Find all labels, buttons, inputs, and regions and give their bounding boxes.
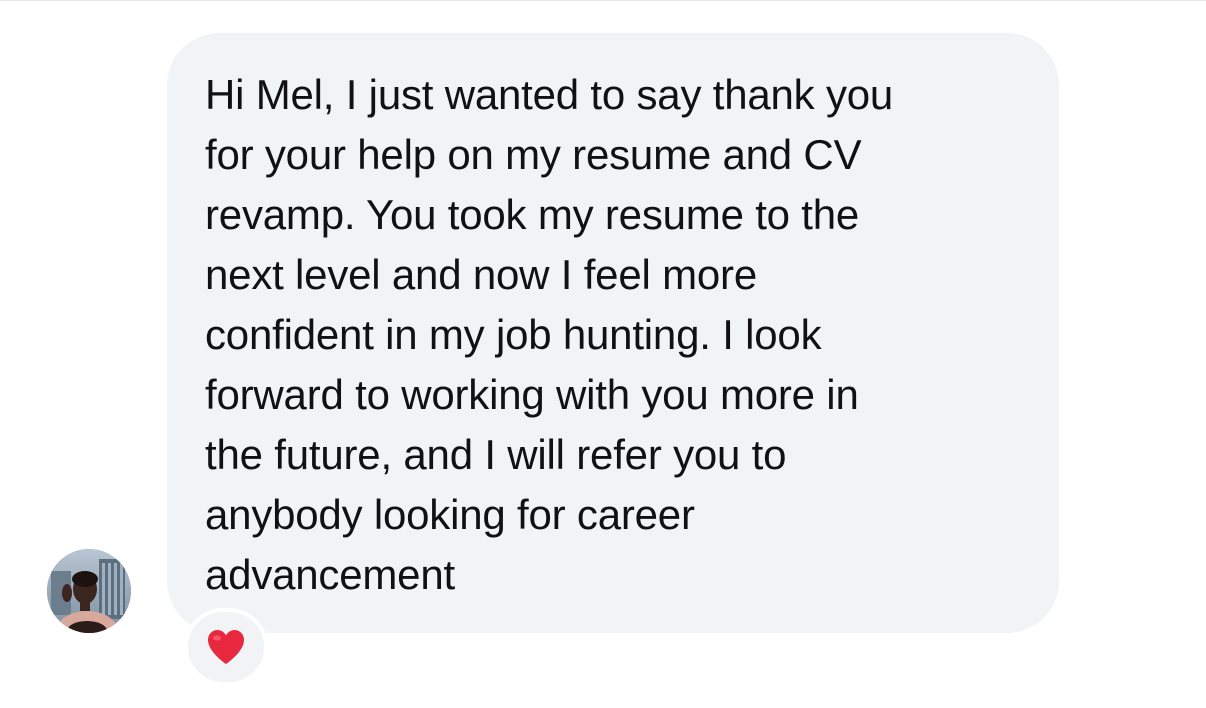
message-line: for your help on my resume and CV: [205, 131, 862, 178]
message-line: confident in my job hunting. I look: [205, 311, 822, 358]
message-line: Hi Mel, I just wanted to say thank you: [205, 71, 894, 118]
message-line: next level and now I feel more: [205, 251, 757, 298]
message-bubble[interactable]: Hi Mel, I just wanted to say thank you f…: [167, 33, 1059, 633]
message-line: anybody looking for career: [205, 491, 695, 538]
red-heart-icon: [208, 630, 244, 664]
reaction-badge[interactable]: [184, 608, 268, 686]
message-line: the future, and I will refer you to: [205, 431, 787, 478]
avatar-photo-icon: [47, 549, 131, 633]
sender-avatar[interactable]: [47, 549, 131, 633]
top-divider: [0, 0, 1206, 1]
message-line: advancement: [205, 551, 455, 598]
message-line: revamp. You took my resume to the: [205, 191, 860, 238]
message-text: Hi Mel, I just wanted to say thank you f…: [205, 65, 1029, 605]
message-line: forward to working with you more in: [205, 371, 859, 418]
